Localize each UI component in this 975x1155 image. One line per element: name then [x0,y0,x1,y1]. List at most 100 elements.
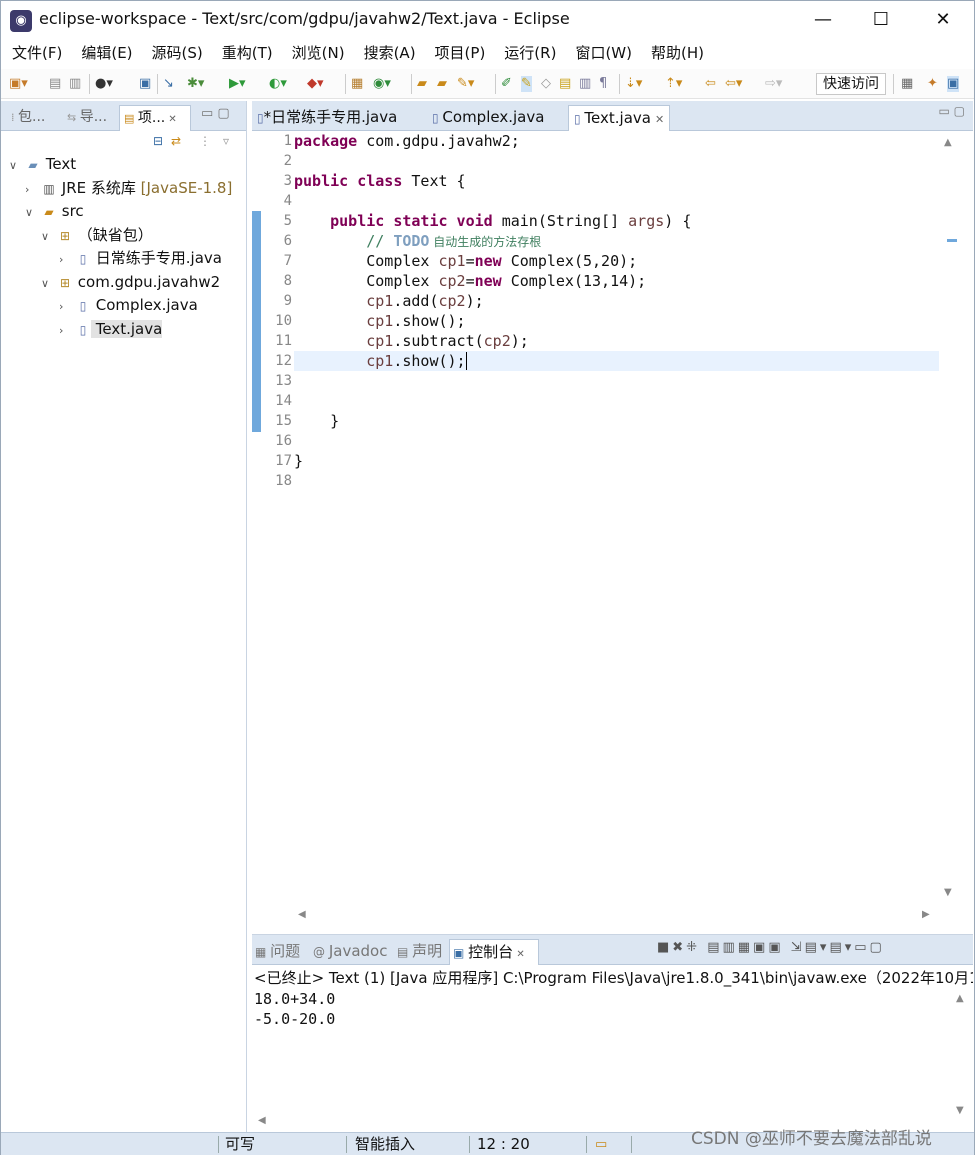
mark-occurrences-icon[interactable]: ✎ [521,76,532,92]
new-file-icon[interactable]: ▣▾ [9,76,28,92]
chevron-down-icon[interactable]: ∨ [25,202,41,224]
tab-declaration[interactable]: ▤ 声明 [394,939,445,965]
menu-edit[interactable]: 编辑(E) [70,39,140,67]
open-type-icon[interactable]: ▰ [417,76,427,92]
open-resource-icon[interactable]: ▰ [437,76,447,92]
scroll-up-icon[interactable]: ▲ [956,993,964,1004]
menu-help[interactable]: 帮助(H) [640,39,712,67]
show-whitespace-icon[interactable]: ▤ [559,76,571,92]
menu-search[interactable]: 搜索(A) [353,39,424,67]
console-output[interactable]: 18.0+34.0 -5.0-20.0 [254,989,335,1029]
code-line[interactable]: // TODO 自动生成的方法存根 [294,231,939,251]
code-line[interactable] [294,151,939,171]
menu-run[interactable]: 运行(R) [493,39,564,67]
chevron-down-icon[interactable]: ∨ [9,155,25,177]
new-java-project-icon[interactable]: ▦ [351,76,363,92]
toggle-annotation-icon[interactable]: ✐ [501,76,512,92]
code-line[interactable]: public static void main(String[] args) { [294,211,939,231]
console-toolbar[interactable]: ■✖⁜ ▤▥▦▣▣ ⇲▤▾▤▾▭▢ [657,940,885,955]
left-panel-view-controls[interactable]: ▭ ▢ [201,106,230,121]
menu-window[interactable]: 窗口(W) [564,39,640,67]
profile-icon[interactable]: ●▾ [95,76,113,92]
collapse-all-icon[interactable]: ⊟ [153,134,163,148]
tab-project-explorer[interactable]: ▤ 项... ✕ [119,105,191,131]
tree-item-file[interactable]: › ▯ Complex.java [59,294,198,316]
code-line[interactable] [294,431,939,451]
menu-refactor[interactable]: 重构(T) [211,39,281,67]
chevron-right-icon[interactable]: › [59,296,75,318]
editor-tab-text[interactable]: ▯ Text.java ✕ [568,105,671,131]
code-line[interactable]: } [294,451,939,471]
coverage-icon[interactable]: ◐▾ [269,76,287,92]
status-tasks-icon[interactable]: ▭ [589,1133,607,1155]
tree-item-package[interactable]: ∨ ⊞ com.gdpu.javahw2 [41,271,220,293]
open-perspective-icon[interactable]: ▦ [901,76,913,92]
chevron-right-icon[interactable]: › [59,320,75,342]
new-class-icon[interactable]: ◉▾ [373,76,391,92]
save-icon[interactable]: ▤ [49,76,61,92]
quick-access-field[interactable]: 快速访问 [816,73,886,95]
code-line[interactable]: Complex cp1=new Complex(5,20); [294,251,939,271]
tree-item-src[interactable]: ∨ ▰ src [25,200,84,222]
tab-problems[interactable]: ▦ 问题 [252,939,303,965]
tree-item-file-selected[interactable]: › ▯ Text.java [59,318,163,342]
last-edit-icon[interactable]: ⇦ [705,76,716,92]
view-menu-icon[interactable]: ▿ [223,134,229,148]
scroll-down-icon[interactable]: ▼ [956,1105,964,1116]
chevron-right-icon[interactable]: › [25,179,41,201]
menu-source[interactable]: 源码(S) [141,39,211,67]
code-line[interactable] [294,391,939,411]
code-area[interactable]: package com.gdpu.javahw2; public class T… [294,131,939,906]
chevron-down-icon[interactable]: ∨ [41,273,57,295]
previous-annotation-icon[interactable]: ⇡▾ [665,76,682,92]
editor-vertical-scrollbar[interactable]: ▲ ▼ [939,131,959,906]
save-all-icon[interactable]: ▥ [69,76,81,92]
java-ee-perspective-icon[interactable]: ✦ [927,76,938,92]
scroll-left-icon[interactable]: ◀ [298,909,306,920]
scroll-down-icon[interactable]: ▼ [944,887,952,898]
code-line[interactable]: } [294,411,939,431]
code-line[interactable]: cp1.show(); [294,311,939,331]
external-tools-icon[interactable]: ◆▾ [307,76,324,92]
debug-icon[interactable]: ✱▾ [187,76,204,92]
link-with-editor-icon[interactable]: ⇄ [171,134,181,148]
code-line[interactable] [294,471,939,491]
code-line[interactable] [294,191,939,211]
forward-icon[interactable]: ⇨▾ [765,76,782,92]
back-icon[interactable]: ⇦▾ [725,76,742,92]
filter-icon[interactable]: ⋮ [199,134,211,148]
tab-console[interactable]: ▣ 控制台 ✕ [449,939,539,965]
maximize-button[interactable]: ☐ [861,7,901,33]
search-tool-icon[interactable]: ✎▾ [457,76,474,92]
chevron-right-icon[interactable]: › [59,249,75,271]
show-source-icon[interactable]: ▥ [579,76,591,92]
menu-file[interactable]: 文件(F) [1,39,70,67]
tree-item-default-package[interactable]: ∨ ⊞ （缺省包） [41,224,153,246]
tree-item-jre[interactable]: › ▥ JRE 系统库 [JavaSE-1.8] [25,177,232,199]
code-line[interactable]: Complex cp2=new Complex(13,14); [294,271,939,291]
console-icon[interactable]: ▣ [139,76,151,92]
next-annotation-icon[interactable]: ⇣▾ [625,76,642,92]
code-line[interactable]: cp1.subtract(cp2); [294,331,939,351]
editor-tab-complex[interactable]: ▯ Complex.java [427,105,549,131]
tab-navigator[interactable]: ⇆ 导... [63,105,111,131]
editor-tab-daily[interactable]: ▯*日常练手专用.java [252,105,402,131]
code-line[interactable]: public class Text { [294,171,939,191]
java-perspective-icon[interactable]: ▣ [947,76,960,92]
pilcrow-icon[interactable]: ¶ [599,76,607,92]
tree-item-file[interactable]: › ▯ 日常练手专用.java [59,247,222,269]
chevron-down-icon[interactable]: ∨ [41,226,57,248]
code-line[interactable] [294,371,939,391]
menu-navigate[interactable]: 浏览(N) [281,39,353,67]
tab-javadoc[interactable]: @ Javadoc [310,939,390,965]
scroll-right-icon[interactable]: ▶ [922,909,930,920]
skip-breakpoints-icon[interactable]: ↘ [163,76,174,92]
minimize-button[interactable]: — [803,7,843,33]
run-icon[interactable]: ▶▾ [229,76,246,92]
code-line[interactable]: cp1.add(cp2); [294,291,939,311]
block-selection-icon[interactable]: ◇ [541,76,551,92]
tab-package-explorer[interactable]: ⁞ 包... [7,105,49,131]
close-button[interactable]: ✕ [923,7,963,33]
scroll-left-icon[interactable]: ◀ [258,1115,266,1126]
editor-view-controls[interactable]: ▭ ▢ [939,104,966,118]
